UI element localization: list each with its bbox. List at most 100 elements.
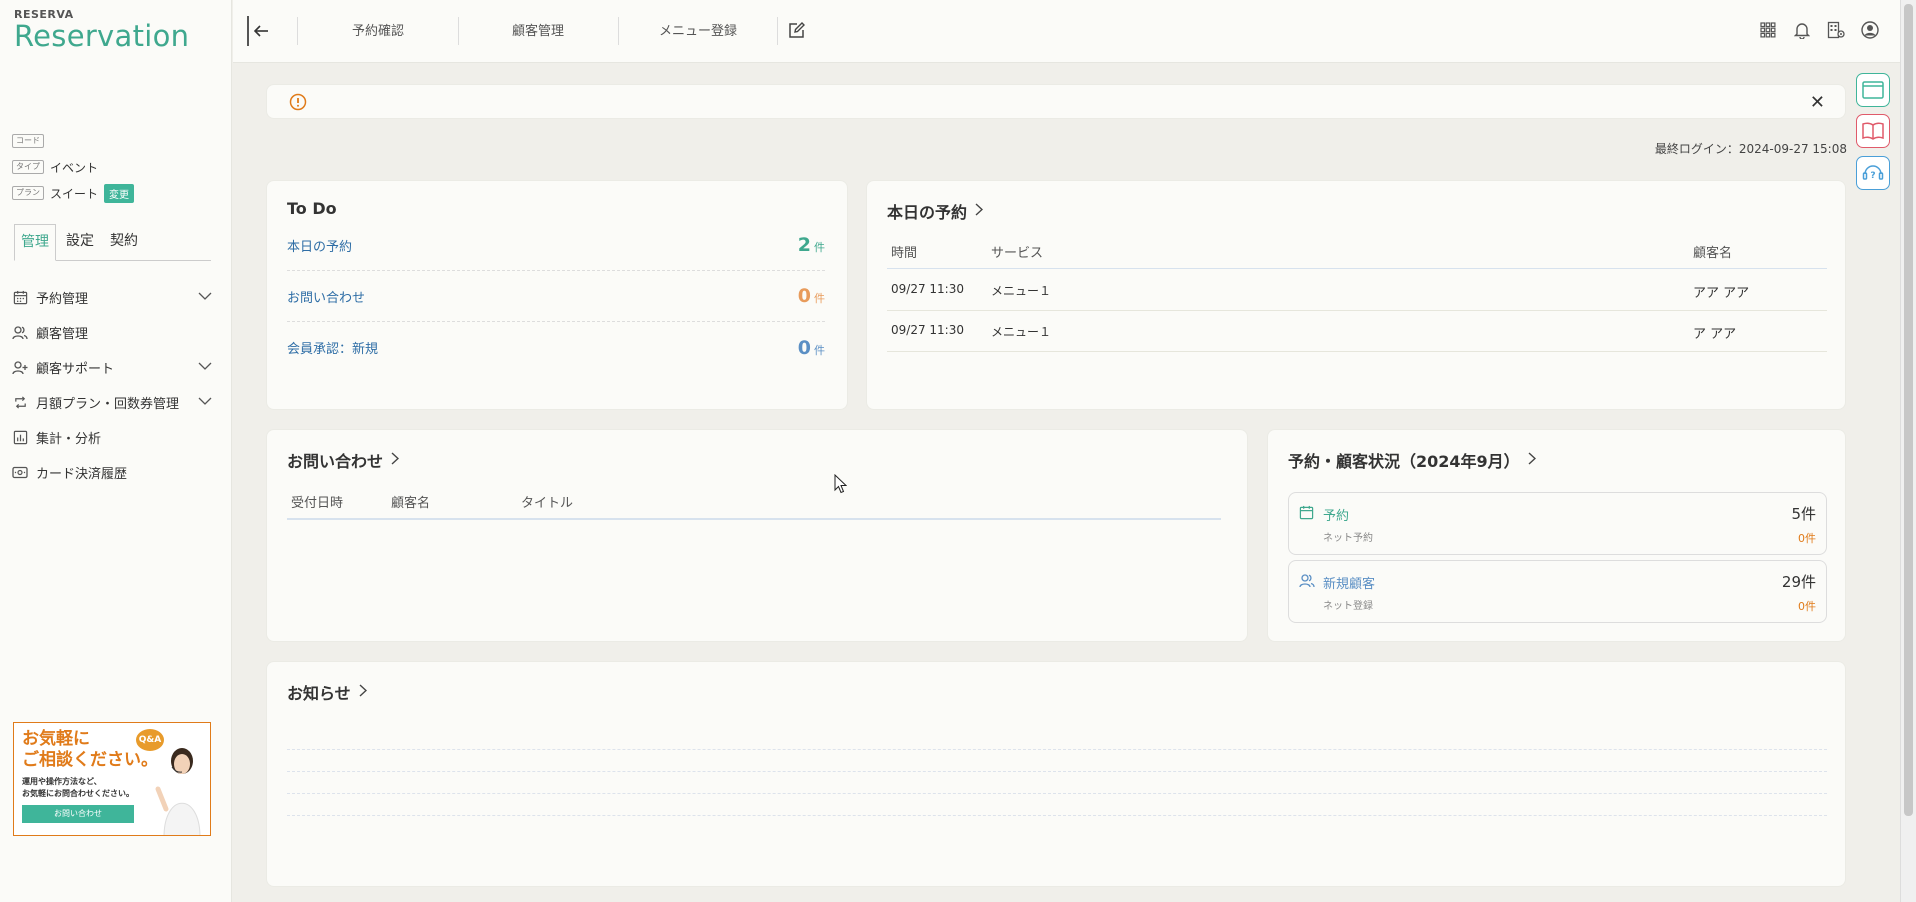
today-title-text: 本日の予約 — [887, 203, 968, 222]
chevron-down-icon — [198, 395, 212, 410]
notice-title[interactable]: お知らせ — [287, 680, 367, 704]
chevron-right-icon — [391, 451, 400, 469]
todo-row[interactable]: お問い合わせ 0件 — [287, 271, 825, 322]
sidebar-tabs: 管理 設定 契約 — [14, 224, 211, 261]
status-title[interactable]: 予約・顧客状況（2024年9月） — [1288, 448, 1536, 472]
todo-unit: 件 — [814, 241, 825, 254]
table-row-divider — [887, 310, 1827, 311]
nav-customer-management[interactable]: 顧客管理 — [512, 20, 564, 39]
col-header-received: 受付日時 — [291, 496, 344, 511]
todo-label: お問い合わせ — [287, 290, 366, 306]
edit-icon[interactable] — [788, 21, 806, 43]
inquiry-title[interactable]: お問い合わせ — [287, 448, 400, 472]
cell-service: メニュー１ — [991, 284, 1052, 298]
manual-button[interactable] — [1856, 114, 1890, 148]
nav-reservation-check[interactable]: 予約確認 — [352, 20, 404, 39]
today-reservations-card: 本日の予約 時間 サービス 顧客名 09/27 11:30 メニュー１ アア ア… — [866, 180, 1846, 410]
sidebar-item-card-history[interactable]: カード決済履歴 — [12, 455, 212, 490]
notices-card: お知らせ — [266, 661, 1846, 887]
users-icon — [12, 325, 28, 341]
support-operator-illustration — [155, 748, 201, 835]
meta-code-row: コード — [12, 128, 134, 154]
building-settings-icon[interactable] — [1826, 20, 1846, 40]
cell-service: メニュー１ — [991, 325, 1052, 339]
top-bar: 予約確認 顧客管理 メニュー登録 — [233, 0, 1900, 63]
scrollbar-thumb[interactable] — [1904, 4, 1913, 816]
banner-sub-line: 運用や操作方法など、 — [22, 777, 102, 786]
sidebar-item-customer-support[interactable]: 顧客サポート — [12, 350, 212, 385]
stat-sub-value: 0件 — [1798, 600, 1816, 613]
today-title[interactable]: 本日の予約 — [887, 199, 984, 223]
user-account-icon[interactable] — [1860, 20, 1880, 40]
stat-sub-label: ネット登録 — [1323, 601, 1373, 612]
sidebar-item-plans[interactable]: 月額プラン・回数券管理 — [12, 385, 212, 420]
browser-window-icon — [1862, 81, 1884, 99]
notice-title-text: お知らせ — [287, 684, 351, 703]
headset-help-icon: ? — [1862, 165, 1884, 181]
todo-row[interactable]: 会員承認：新規 0件 — [287, 322, 825, 373]
banner-contact-button[interactable]: お問い合わせ — [22, 805, 134, 823]
status-title-text: 予約・顧客状況（2024年9月） — [1288, 452, 1520, 471]
sidebar-menu: 予約管理 顧客管理 顧客サポート 月額プラン・回数券管理 集計・分析 カード決済… — [12, 280, 212, 490]
page-scrollbar[interactable] — [1900, 0, 1916, 902]
chevron-down-icon — [198, 360, 212, 375]
collapse-sidebar-button[interactable] — [247, 16, 273, 46]
col-header-time: 時間 — [891, 246, 918, 261]
calendar-icon — [1299, 505, 1314, 524]
app-logo[interactable]: RESERVA Reservation — [14, 8, 189, 51]
meta-value: イベント — [50, 160, 99, 175]
chevron-right-icon — [359, 683, 367, 701]
repeat-icon — [12, 395, 28, 411]
nav-divider — [297, 17, 298, 45]
warning-circle-icon — [289, 93, 307, 115]
cell-time: 09/27 11:30 — [891, 282, 964, 296]
chevron-right-icon — [975, 202, 984, 220]
stat-label: 予約 — [1323, 509, 1350, 524]
cell-time: 09/27 11:30 — [891, 323, 964, 337]
sidebar-item-analytics[interactable]: 集計・分析 — [12, 420, 212, 455]
last-login-text: 最終ログイン：2024-09-27 15:08 — [1654, 142, 1847, 156]
bell-icon[interactable] — [1792, 20, 1812, 40]
nav-divider — [777, 17, 778, 45]
sidebar-item-label: 月額プラン・回数券管理 — [36, 397, 180, 412]
stat-new-customers[interactable]: 新規顧客 ネット登録 29件 0件 — [1288, 560, 1827, 623]
col-header-customer: 顧客名 — [391, 496, 431, 511]
browser-window-button[interactable] — [1856, 73, 1890, 107]
cell-customer[interactable]: ア アア — [1693, 323, 1736, 342]
apps-grid-icon[interactable] — [1758, 20, 1778, 40]
tab-contract[interactable]: 契約 — [104, 224, 144, 260]
nav-menu-registration[interactable]: メニュー登録 — [659, 20, 737, 39]
stat-value: 29件 — [1781, 573, 1816, 591]
sidebar-item-reservations[interactable]: 予約管理 — [12, 280, 212, 315]
stat-reservations[interactable]: 予約 ネット予約 5件 0件 — [1288, 492, 1827, 555]
table-header-divider — [887, 268, 1827, 269]
todo-unit: 件 — [814, 292, 825, 305]
help-button[interactable]: ? — [1856, 156, 1890, 190]
cell-customer[interactable]: アア アア — [1693, 282, 1749, 301]
todo-unit: 件 — [814, 343, 825, 357]
todo-title: To Do — [287, 199, 337, 218]
change-plan-button[interactable]: 変更 — [104, 183, 135, 203]
meta-tag: タイプ — [12, 160, 44, 174]
notice-divider — [287, 793, 1827, 794]
nav-divider — [458, 17, 459, 45]
todo-label: 会員承認：新規 — [287, 342, 379, 357]
sidebar-item-label: 顧客管理 — [36, 327, 89, 342]
svg-text:?: ? — [1870, 171, 1875, 181]
todo-count-wrap: 0件 — [798, 337, 825, 359]
calendar-icon — [12, 290, 28, 306]
col-header-customer: 顧客名 — [1693, 246, 1733, 261]
account-meta: コード タイプ イベント プラン スイート 変更 — [12, 128, 135, 206]
support-banner[interactable]: お気軽に ご相談ください。 Q&A 運用や操作方法など、 お気軽にお問合わせくだ… — [13, 722, 211, 836]
stat-label: 新規顧客 — [1323, 577, 1376, 592]
sidebar-item-customers[interactable]: 顧客管理 — [12, 315, 212, 350]
todo-row[interactable]: 本日の予約 2件 — [287, 220, 825, 271]
alert-bar: ✕ — [266, 84, 1846, 119]
mouse-cursor-icon — [834, 473, 848, 498]
meta-value: スイート — [50, 186, 99, 201]
table-row-divider — [887, 351, 1827, 352]
close-icon[interactable]: ✕ — [1810, 92, 1825, 113]
todo-count-wrap: 0件 — [798, 285, 825, 307]
tab-manage[interactable]: 管理 — [14, 224, 56, 261]
tab-settings[interactable]: 設定 — [60, 224, 100, 260]
